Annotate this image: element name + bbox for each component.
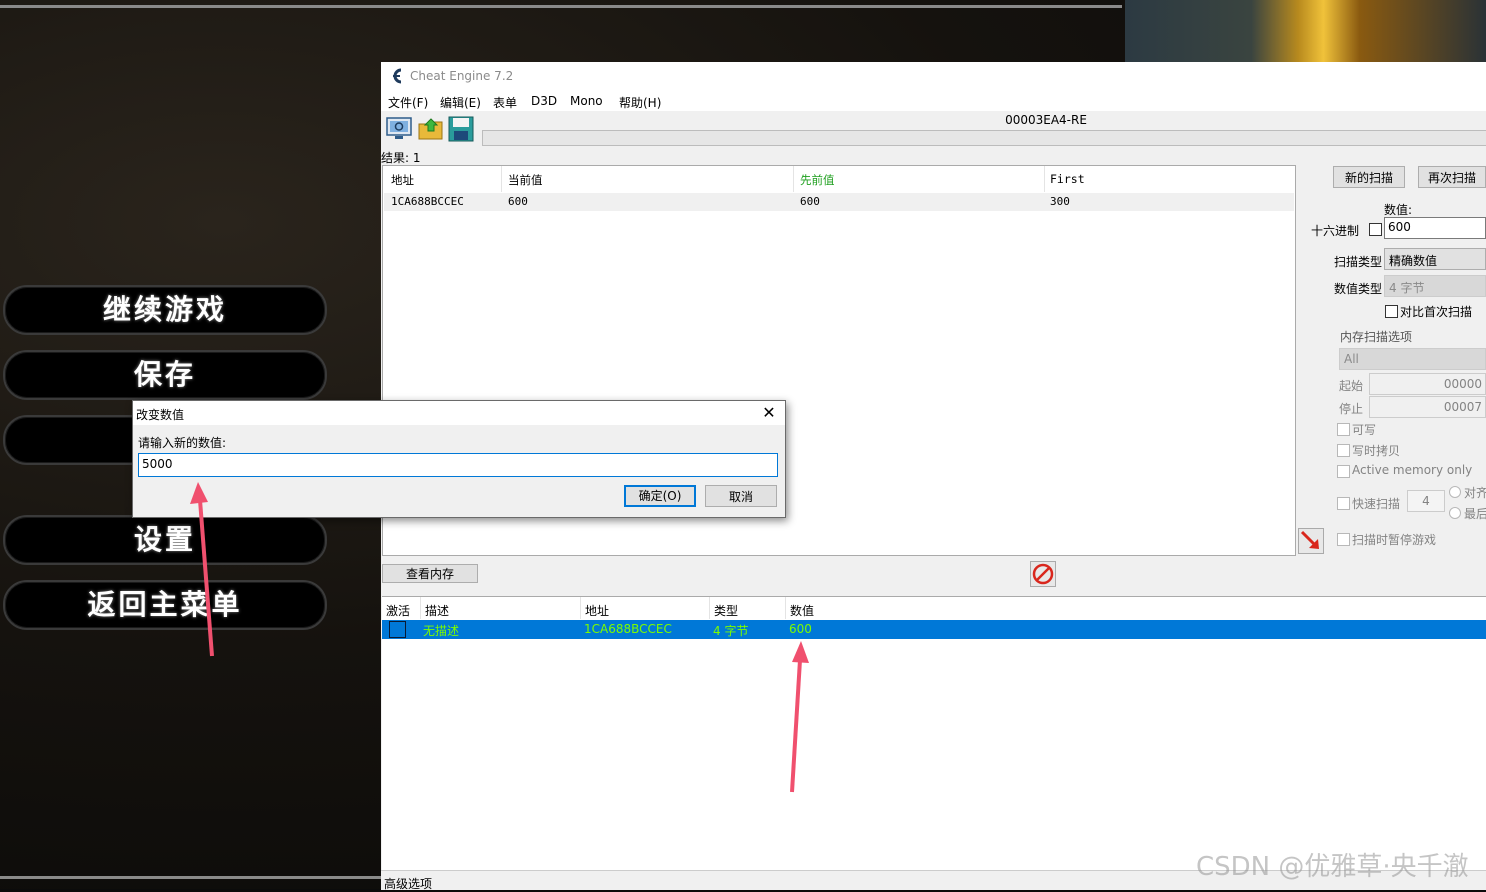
advanced-options-label: 高级选项 <box>384 877 433 891</box>
start-address-input[interactable]: 00000 <box>1369 373 1486 395</box>
active-memory-checkbox[interactable] <box>1337 465 1350 478</box>
col-value[interactable]: 数值 <box>790 602 814 619</box>
compare-first-label: 对比首次扫描 <box>1400 305 1473 319</box>
active-memory-label: Active memory only <box>1352 463 1473 477</box>
address-value: 1CA688BCCEC <box>584 622 672 636</box>
col-first[interactable]: First <box>1050 172 1085 186</box>
align-label: 对齐 <box>1464 486 1486 500</box>
game-settings-button[interactable]: 设置 <box>3 515 327 565</box>
found-count-label: 结果: 1 <box>381 151 421 165</box>
col-separator <box>709 597 710 619</box>
game-background-image <box>1125 0 1486 62</box>
dialog-title: 改变数值 <box>136 408 185 422</box>
new-value-input[interactable]: 5000 <box>138 453 778 477</box>
address-type: 4 字节 <box>713 624 749 638</box>
address-list[interactable]: 激活 描述 地址 类型 数值 无描述 1CA688BCCEC 4 字节 600 <box>382 596 1486 870</box>
result-row[interactable]: 1CA688BCCEC 600 600 300 <box>384 193 1294 211</box>
menu-mono[interactable]: Mono <box>570 94 603 108</box>
add-to-list-arrow-icon[interactable] <box>1298 528 1324 554</box>
memory-options-title: 内存扫描选项 <box>1340 330 1413 344</box>
cancel-button[interactable]: 取消 <box>705 485 777 507</box>
game-continue-button[interactable]: 继续游戏 <box>3 285 327 335</box>
process-name: 00003EA4-RE <box>1005 113 1087 127</box>
ce-window-title: Cheat Engine 7.2 <box>410 69 514 83</box>
ce-toolbar: 00003EA4-RE <box>381 111 1486 147</box>
menu-d3d[interactable]: D3D <box>531 94 557 108</box>
view-memory-button[interactable]: 查看内存 <box>382 564 478 583</box>
result-address: 1CA688BCCEC <box>391 195 464 208</box>
value-type-select[interactable]: 4 字节 <box>1384 275 1486 297</box>
process-progress-bar <box>482 130 1486 146</box>
stop-address-input[interactable]: 00007 <box>1369 396 1486 418</box>
save-file-icon[interactable] <box>448 116 474 142</box>
pause-game-checkbox[interactable] <box>1337 533 1350 546</box>
new-scan-button[interactable]: 新的扫描 <box>1333 166 1405 188</box>
align-radio[interactable] <box>1449 486 1461 498</box>
stop-icon[interactable] <box>1030 561 1056 587</box>
last-digits-radio[interactable] <box>1449 507 1461 519</box>
start-label: 起始 <box>1339 379 1364 393</box>
fast-scan-label: 快速扫描 <box>1352 497 1401 511</box>
last-digits-label: 最后 <box>1464 507 1486 521</box>
menu-edit[interactable]: 编辑(E) <box>440 94 481 111</box>
dialog-prompt: 请输入新的数值: <box>138 436 227 450</box>
menu-table[interactable]: 表单 <box>493 94 517 111</box>
col-separator <box>580 597 581 619</box>
cheat-engine-logo-icon <box>393 68 402 84</box>
col-separator <box>420 597 421 619</box>
result-first-value: 300 <box>1050 195 1070 208</box>
address-row[interactable]: 无描述 1CA688BCCEC 4 字节 600 <box>382 620 1486 639</box>
game-main-menu-button[interactable]: 返回主菜单 <box>3 580 327 630</box>
csdn-watermark: CSDN @优雅草·央千澈 <box>1196 852 1469 882</box>
compare-first-checkbox[interactable] <box>1385 305 1398 318</box>
change-value-dialog: 改变数值 ✕ 请输入新的数值: 5000 确定(O) 取消 <box>132 400 786 518</box>
open-file-icon[interactable] <box>418 116 444 142</box>
game-bottom-line <box>0 876 381 879</box>
scan-type-select[interactable]: 精确数值 <box>1384 248 1486 270</box>
fast-scan-checkbox[interactable] <box>1337 497 1350 510</box>
result-current-value: 600 <box>508 195 528 208</box>
menu-help[interactable]: 帮助(H) <box>619 94 661 111</box>
pause-game-label: 扫描时暂停游戏 <box>1352 533 1437 547</box>
address-description: 无描述 <box>423 624 460 638</box>
writable-label: 可写 <box>1352 423 1377 437</box>
col-separator <box>501 166 502 192</box>
hex-label: 十六进制 <box>1311 224 1360 238</box>
game-top-line <box>0 5 1122 8</box>
writable-checkbox[interactable] <box>1337 423 1350 436</box>
col-type[interactable]: 类型 <box>714 602 738 619</box>
memory-region-select[interactable]: All <box>1339 348 1486 370</box>
stop-label: 停止 <box>1339 402 1364 416</box>
col-address[interactable]: 地址 <box>391 172 414 188</box>
copy-on-write-label: 写时拷贝 <box>1352 444 1401 458</box>
scan-type-label: 扫描类型 <box>1334 255 1383 269</box>
scan-value-input[interactable]: 600 <box>1384 217 1486 239</box>
close-icon[interactable]: ✕ <box>759 403 779 423</box>
menu-file[interactable]: 文件(F) <box>388 94 428 111</box>
next-scan-button[interactable]: 再次扫描 <box>1418 166 1486 188</box>
ce-menubar: 文件(F) 编辑(E) 表单 D3D Mono 帮助(H) <box>381 91 1486 111</box>
active-checkbox[interactable] <box>389 621 406 638</box>
col-separator <box>793 166 794 192</box>
col-active[interactable]: 激活 <box>386 602 410 619</box>
col-previous-value[interactable]: 先前值 <box>800 172 835 188</box>
hex-checkbox[interactable] <box>1369 223 1382 236</box>
address-current-value: 600 <box>789 622 812 636</box>
ok-button[interactable]: 确定(O) <box>624 485 696 507</box>
ce-titlebar: Cheat Engine 7.2 <box>381 62 1486 91</box>
fast-scan-alignment-input[interactable]: 4 <box>1407 490 1445 512</box>
col-current-value[interactable]: 当前值 <box>508 172 543 188</box>
col-separator <box>785 597 786 619</box>
copy-on-write-checkbox[interactable] <box>1337 444 1350 457</box>
col-description[interactable]: 描述 <box>425 602 449 619</box>
dialog-titlebar: 改变数值 ✕ <box>133 401 785 425</box>
col-separator <box>1044 166 1045 192</box>
col-address[interactable]: 地址 <box>585 602 609 619</box>
value-label: 数值: <box>1384 203 1413 217</box>
game-save-button[interactable]: 保存 <box>3 350 327 400</box>
result-previous-value: 600 <box>800 195 820 208</box>
value-type-label: 数值类型 <box>1334 282 1383 296</box>
select-process-icon[interactable] <box>386 116 412 142</box>
